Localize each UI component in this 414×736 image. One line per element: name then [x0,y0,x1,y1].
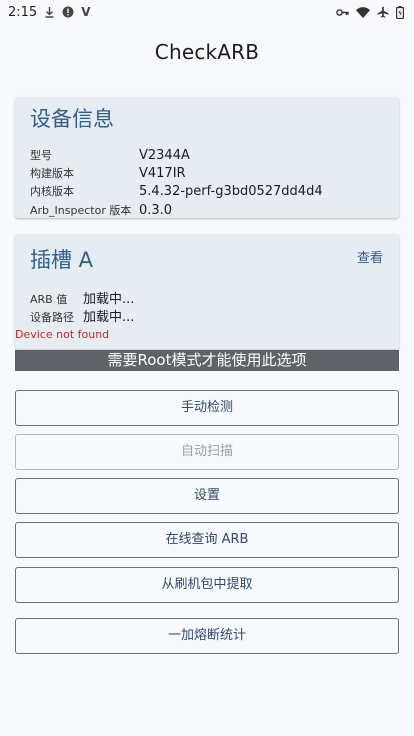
info-row-model: 型号 V2344A [30,147,190,163]
download-icon [44,6,55,18]
device-info-card: 设备信息 型号 V2344A 构建版本 V417IR 内核版本 5.4.32-p… [15,97,399,218]
info-row-kernel: 内核版本 5.4.32-perf-g3bd0527dd4d4 [30,183,323,199]
device-info-heading: 设备信息 [30,107,114,131]
airplane-icon [377,6,389,18]
info-label: 构建版本 [30,167,74,180]
slot-label: ARB 值 [30,293,68,306]
alert-icon [62,6,74,18]
v-app-icon: V [81,5,91,19]
status-bar-right [336,5,404,19]
info-label: 内核版本 [30,185,74,198]
info-value: 0.3.0 [139,203,173,218]
wifi-icon [356,6,370,18]
info-value: 5.4.32-perf-g3bd0527dd4d4 [139,184,323,199]
slot-row-arb-value: ARB 值 加载中... [30,288,134,307]
manual-check-button[interactable]: 手动检测 [15,390,399,426]
info-value: V2344A [139,148,190,163]
view-button[interactable]: 查看 [357,247,383,266]
info-value: V417IR [139,166,186,181]
online-query-arb-button[interactable]: 在线查询 ARB [15,522,399,558]
root-required-banner: 需要Root模式才能使用此选项 [15,350,399,371]
status-time: 2:15 [8,4,38,20]
auto-scan-button[interactable]: 自动扫描 [15,434,399,470]
slot-row-device-path: 设备路径 加载中... [30,306,134,325]
info-row-inspector-version: Arb_Inspector 版本 0.3.0 [30,202,172,218]
slot-value: 加载中... [83,310,135,325]
info-label: 型号 [30,149,52,162]
extract-from-package-button[interactable]: 从刷机包中提取 [15,567,399,603]
settings-button[interactable]: 设置 [15,478,399,514]
info-label: Arb_Inspector 版本 [30,204,132,217]
oneplus-stats-button[interactable]: 一加熔断统计 [15,618,399,654]
battery-icon [396,5,404,19]
key-icon [336,8,349,17]
device-not-found-error: Device not found [15,328,110,341]
info-row-build: 构建版本 V417IR [30,165,186,181]
slot-label: 设备路径 [30,311,74,324]
slot-value: 加载中... [83,292,135,307]
status-bar-left: 2:15 V [8,5,91,20]
app-title: CheckARB [154,40,260,64]
status-bar: 2:15 V [0,0,414,24]
slot-heading: 插槽 A [30,248,94,272]
